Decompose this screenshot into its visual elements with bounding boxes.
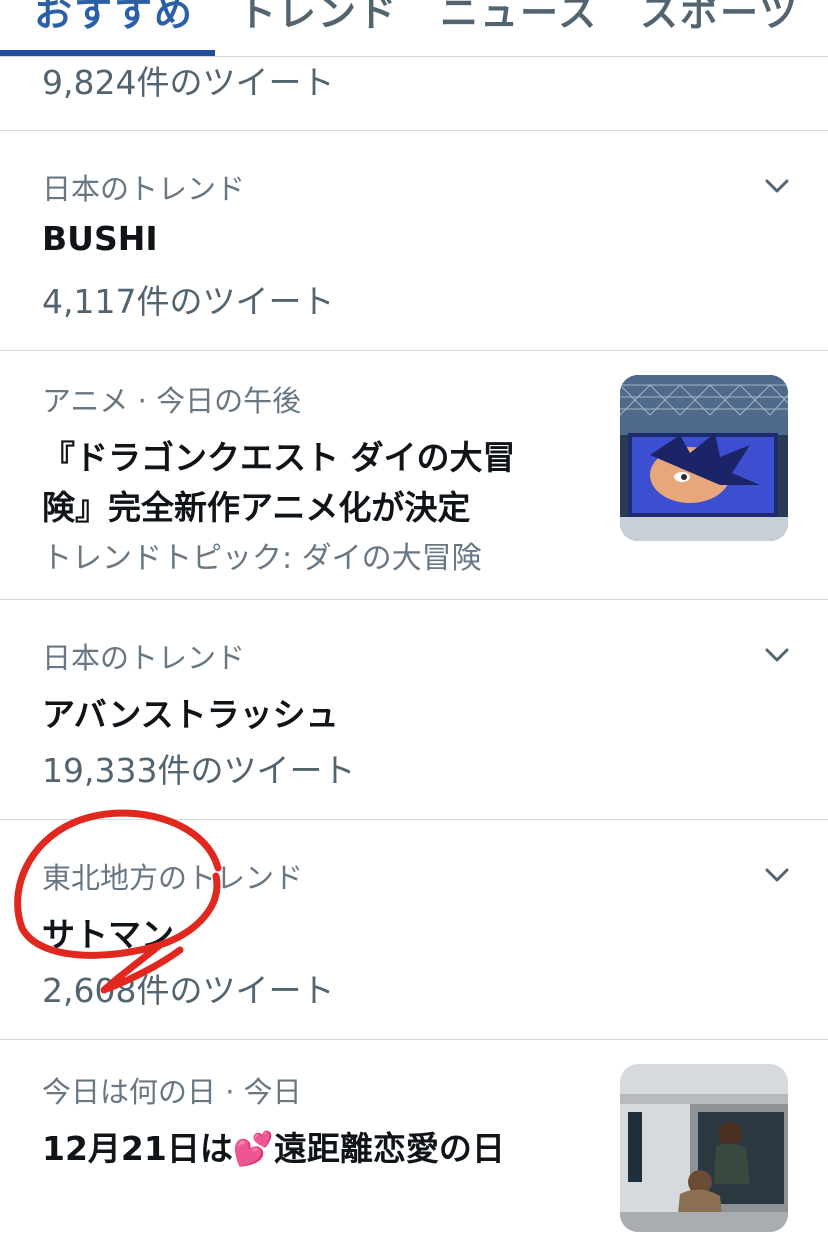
- top-tab-bar: おすすめ トレンド ニュース スポーツ: [0, 0, 828, 57]
- news-thumbnail[interactable]: [620, 1064, 788, 1232]
- tweet-count: 19,333件のツイート: [42, 751, 356, 790]
- news-row-dragon-quest[interactable]: アニメ · 今日の午後 『ドラゴンクエスト ダイの大冒 険』完全新作アニメ化が決…: [0, 351, 828, 600]
- news-context: 今日は何の日 · 今日: [42, 1075, 302, 1109]
- trend-row-bushi[interactable]: 日本のトレンド BUSHI 4,117件のツイート: [0, 131, 828, 351]
- news-context: アニメ · 今日の午後: [42, 384, 302, 418]
- trend-row-partial[interactable]: 9,824件のツイート: [0, 56, 828, 131]
- trend-title: BUSHI: [42, 219, 158, 258]
- tab-news[interactable]: ニュース: [440, 0, 598, 37]
- news-title-line1: 『ドラゴンクエスト ダイの大冒: [42, 438, 516, 477]
- tweet-count: 4,117件のツイート: [42, 282, 335, 321]
- chevron-down-icon[interactable]: [762, 865, 792, 885]
- chevron-down-icon[interactable]: [762, 176, 792, 196]
- trend-row-avan-strash[interactable]: 日本のトレンド アバンストラッシュ 19,333件のツイート: [0, 600, 828, 820]
- news-thumbnail[interactable]: [620, 375, 788, 541]
- news-title: 12月21日は💕遠距離恋愛の日: [42, 1129, 505, 1168]
- tab-sports[interactable]: スポーツ: [640, 0, 799, 37]
- trend-context: 東北地方のトレンド: [42, 861, 304, 895]
- trend-title: サトマン: [42, 915, 174, 954]
- trend-topic: トレンドトピック: ダイの大冒険: [42, 541, 482, 576]
- trend-context: 日本のトレンド: [42, 641, 246, 675]
- tweet-count: 2,608件のツイート: [42, 971, 335, 1010]
- trend-context: 日本のトレンド: [42, 172, 246, 206]
- tab-recommended[interactable]: おすすめ: [34, 0, 194, 37]
- news-title-line2: 険』完全新作アニメ化が決定: [42, 488, 471, 527]
- trend-row-satoman[interactable]: 東北地方のトレンド サトマン 2,608件のツイート: [0, 820, 828, 1040]
- chevron-down-icon[interactable]: [762, 645, 792, 665]
- trend-title: アバンストラッシュ: [42, 695, 339, 734]
- tweet-count: 9,824件のツイート: [42, 63, 335, 102]
- tab-trending[interactable]: トレンド: [238, 0, 398, 37]
- news-row-long-distance-day[interactable]: 今日は何の日 · 今日 12月21日は💕遠距離恋愛の日: [0, 1040, 828, 1250]
